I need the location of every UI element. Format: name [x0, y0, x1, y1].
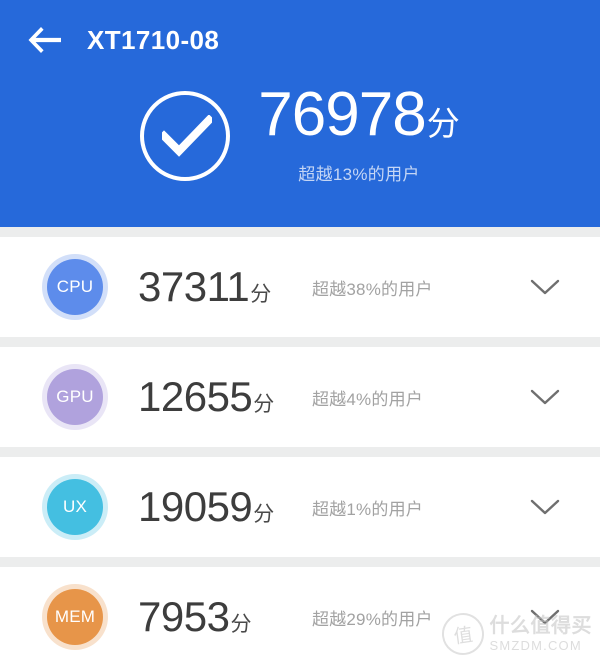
ux-percentile: 超越1%的用户 [312, 499, 423, 519]
gpu-score-unit: 分 [253, 393, 275, 416]
ux-badge-label: UX [62, 497, 88, 516]
device-model-title: XT1710-08 [87, 24, 220, 55]
total-score-value: 76978 [258, 80, 426, 149]
cpu-expand-button[interactable] [528, 270, 562, 304]
checkmark-icon [162, 115, 213, 157]
gpu-badge-label: GPU [56, 387, 94, 406]
metric-row-ux[interactable]: UX 19059 分 超越1%的用户 [0, 457, 600, 557]
ux-badge-icon: UX [47, 479, 103, 535]
metric-list: CPU 37311 分 超越38%的用户 GPU 12655 分 超越4%的用户… [0, 227, 600, 667]
ux-score-unit: 分 [253, 503, 275, 526]
row-divider [0, 227, 600, 237]
cpu-badge-wrap: CPU [42, 254, 108, 320]
app-root: XT1710-08 76978 分 超越13%的用户 CPU 37311 分 超… [0, 0, 600, 667]
cpu-score-value: 37311 [138, 263, 250, 310]
arrow-left-icon [28, 27, 61, 53]
mem-badge-wrap: MEM [42, 584, 108, 650]
cpu-badge-icon: CPU [47, 259, 103, 315]
mem-score-unit: 分 [230, 613, 252, 636]
chevron-down-icon [530, 609, 560, 625]
mem-expand-button[interactable] [528, 600, 562, 634]
mem-score: 7953 分 [138, 596, 308, 638]
check-circle-icon [140, 91, 231, 181]
mem-badge-label: MEM [54, 607, 96, 626]
back-button[interactable] [14, 9, 76, 71]
gpu-score: 12655 分 [138, 376, 308, 418]
total-score-line: 76978 分 [258, 84, 459, 146]
cpu-badge-label: CPU [56, 277, 94, 296]
ux-badge-wrap: UX [42, 474, 108, 540]
row-divider [0, 447, 600, 457]
mem-score-value: 7953 [138, 593, 230, 640]
metric-row-mem[interactable]: MEM 7953 分 超越29%的用户 [0, 567, 600, 667]
gpu-badge-wrap: GPU [42, 364, 108, 430]
row-divider [0, 337, 600, 347]
chevron-down-icon [530, 499, 560, 515]
mem-badge-icon: MEM [47, 589, 103, 645]
gpu-badge-icon: GPU [47, 369, 103, 425]
ux-score-value: 19059 [138, 483, 253, 530]
ux-expand-button[interactable] [528, 490, 562, 524]
cpu-score: 37311 分 [138, 266, 308, 308]
metric-row-gpu[interactable]: GPU 12655 分 超越4%的用户 [0, 347, 600, 447]
gpu-percentile: 超越4%的用户 [312, 389, 423, 409]
top-navigation-bar: XT1710-08 [0, 0, 600, 80]
gpu-score-value: 12655 [138, 373, 253, 420]
gpu-expand-button[interactable] [528, 380, 562, 414]
chevron-down-icon [530, 279, 560, 295]
cpu-percentile: 超越38%的用户 [312, 279, 433, 299]
row-divider [0, 557, 600, 567]
total-score-percentile: 超越13%的用户 [298, 165, 420, 184]
ux-score: 19059 分 [138, 486, 308, 528]
mem-percentile: 超越29%的用户 [312, 609, 433, 629]
chevron-down-icon [530, 389, 560, 405]
metric-row-cpu[interactable]: CPU 37311 分 超越38%的用户 [0, 237, 600, 337]
score-header: XT1710-08 76978 分 超越13%的用户 [0, 0, 600, 227]
cpu-score-unit: 分 [250, 283, 272, 306]
total-score-block: 76978 分 超越13%的用户 [258, 84, 459, 185]
total-score-unit: 分 [426, 105, 460, 142]
total-score-area: 76978 分 超越13%的用户 [0, 84, 600, 185]
